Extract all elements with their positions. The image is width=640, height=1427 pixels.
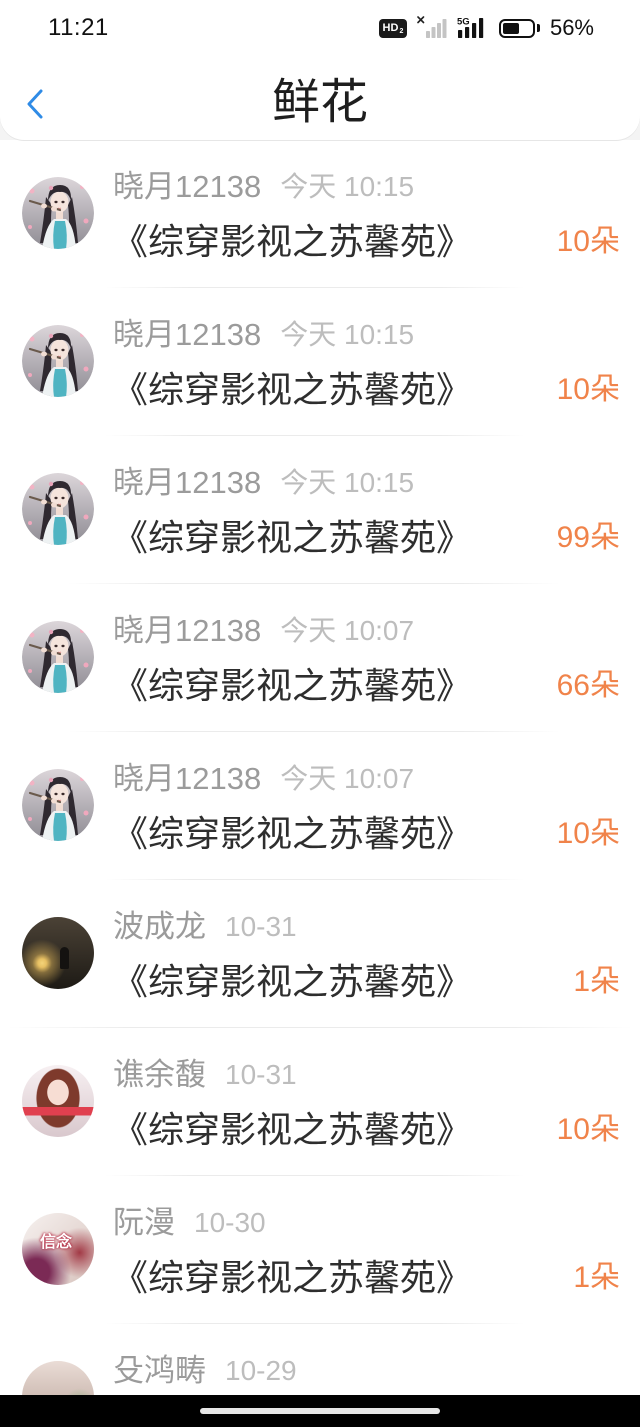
book-title[interactable]: 《综穿影视之苏馨苑》: [112, 960, 472, 1004]
sender-name[interactable]: 晓月12138: [113, 464, 261, 502]
flower-count: 10朵: [556, 225, 620, 258]
flower-count: 1朵: [573, 965, 620, 998]
list-item[interactable]: 殳鸿畴 10-29: [0, 1324, 640, 1395]
item-meta: 谯余馥 10-31: [113, 1056, 297, 1094]
network-type-label: 5G: [457, 17, 470, 28]
anime-girl-avatar-icon: [22, 325, 94, 397]
gift-time: 10-31: [225, 1059, 297, 1090]
list-item[interactable]: 信念 阮漫 10-30 《综穿影视之苏馨苑》 1朵: [0, 1176, 640, 1324]
gift-time: 今天 10:15: [280, 467, 415, 498]
anime-girl-avatar-icon: [22, 473, 94, 545]
book-title[interactable]: 《综穿影视之苏馨苑》: [112, 516, 472, 560]
avatar[interactable]: [22, 917, 94, 989]
item-meta: 晓月12138 今天 10:07: [113, 612, 414, 650]
avatar[interactable]: [22, 473, 94, 545]
gift-time: 今天 10:07: [280, 763, 415, 794]
flower-list[interactable]: 晓月12138 今天 10:15 《综穿影视之苏馨苑》 10朵 晓月12138 …: [0, 140, 640, 1395]
flower-count: 10朵: [556, 1113, 620, 1146]
flower-count: 1朵: [573, 1261, 620, 1294]
hd-sub-label: 2: [399, 27, 404, 35]
list-item[interactable]: 晓月12138 今天 10:15 《综穿影视之苏馨苑》 99朵: [0, 436, 640, 584]
flower-count: 10朵: [556, 817, 620, 850]
item-meta: 阮漫 10-30: [113, 1204, 266, 1242]
list-item[interactable]: 晓月12138 今天 10:15 《综穿影视之苏馨苑》 10朵: [0, 288, 640, 436]
sender-name[interactable]: 波成龙: [113, 908, 206, 946]
anime-girl-avatar-icon: [22, 769, 94, 841]
list-item[interactable]: 晓月12138 今天 10:07 《综穿影视之苏馨苑》 66朵: [0, 584, 640, 732]
list-item[interactable]: 晓月12138 今天 10:15 《综穿影视之苏馨苑》 10朵: [0, 140, 640, 288]
status-time: 11:21: [48, 14, 109, 41]
sender-name[interactable]: 阮漫: [113, 1204, 175, 1242]
gift-time: 今天 10:15: [280, 319, 415, 350]
book-title[interactable]: 《综穿影视之苏馨苑》: [112, 1108, 472, 1152]
avatar[interactable]: [22, 325, 94, 397]
home-indicator[interactable]: [200, 1408, 440, 1414]
item-meta: 晓月12138 今天 10:15: [113, 464, 414, 502]
avatar[interactable]: [22, 1361, 94, 1395]
avatar[interactable]: [22, 177, 94, 249]
item-meta: 晓月12138 今天 10:15: [113, 168, 414, 206]
item-meta: 殳鸿畴 10-29: [113, 1352, 297, 1390]
flower-count: 99朵: [556, 521, 620, 554]
gift-time: 10-31: [225, 911, 297, 942]
anime-girl-avatar-icon: [22, 177, 94, 249]
sim1-no-service-signal-icon: [417, 16, 447, 38]
battery-percent: 56%: [549, 15, 594, 40]
battery-body: [498, 18, 535, 38]
sender-name[interactable]: 谯余馥: [113, 1056, 206, 1094]
avatar[interactable]: [22, 769, 94, 841]
gift-time: 10-30: [194, 1207, 266, 1238]
book-title[interactable]: 《综穿影视之苏馨苑》: [112, 368, 472, 412]
book-title[interactable]: 《综穿影视之苏馨苑》: [112, 812, 472, 856]
hd-voice-icon: HD 2: [378, 18, 407, 38]
item-meta: 波成龙 10-31: [113, 908, 297, 946]
book-title[interactable]: 《综穿影视之苏馨苑》: [112, 220, 472, 264]
list-item[interactable]: 谯余馥 10-31 《综穿影视之苏馨苑》 10朵: [0, 1028, 640, 1176]
sender-name[interactable]: 殳鸿畴: [113, 1352, 206, 1390]
sender-name[interactable]: 晓月12138: [113, 612, 261, 650]
avatar[interactable]: [22, 621, 94, 693]
item-meta: 晓月12138 今天 10:15: [113, 316, 414, 354]
list-item[interactable]: 晓月12138 今天 10:07 《综穿影视之苏馨苑》 10朵: [0, 732, 640, 880]
signal-5g-icon: 5G: [457, 17, 484, 38]
gift-time: 今天 10:15: [280, 171, 415, 202]
system-nav-bar: [0, 1395, 640, 1427]
item-meta: 晓月12138 今天 10:07: [113, 760, 414, 798]
book-title[interactable]: 《综穿影视之苏馨苑》: [112, 1256, 472, 1300]
battery-fill: [502, 22, 519, 34]
page-title: 鲜花: [271, 76, 368, 129]
status-bar: 11:21 HD 2 5G 56%: [0, 0, 640, 55]
hd-label: HD: [382, 21, 399, 34]
sender-name[interactable]: 晓月12138: [113, 760, 261, 798]
book-title[interactable]: 《综穿影视之苏馨苑》: [112, 664, 472, 708]
avatar[interactable]: [22, 1065, 94, 1137]
list-item[interactable]: 波成龙 10-31 《综穿影视之苏馨苑》 1朵: [0, 880, 640, 1028]
gift-time: 今天 10:07: [280, 615, 415, 646]
gift-time: 10-29: [225, 1355, 297, 1386]
anime-girl-avatar-icon: [22, 621, 94, 693]
flower-count: 10朵: [556, 373, 620, 406]
sender-name[interactable]: 晓月12138: [113, 168, 261, 206]
flower-count: 66朵: [556, 669, 620, 702]
status-icons: HD 2 5G 56%: [378, 14, 594, 42]
sender-name[interactable]: 晓月12138: [113, 316, 261, 354]
avatar[interactable]: 信念: [22, 1213, 94, 1285]
avatar-caption: 信念: [40, 1234, 73, 1251]
battery-icon: [498, 18, 540, 38]
battery-nub: [536, 24, 540, 32]
